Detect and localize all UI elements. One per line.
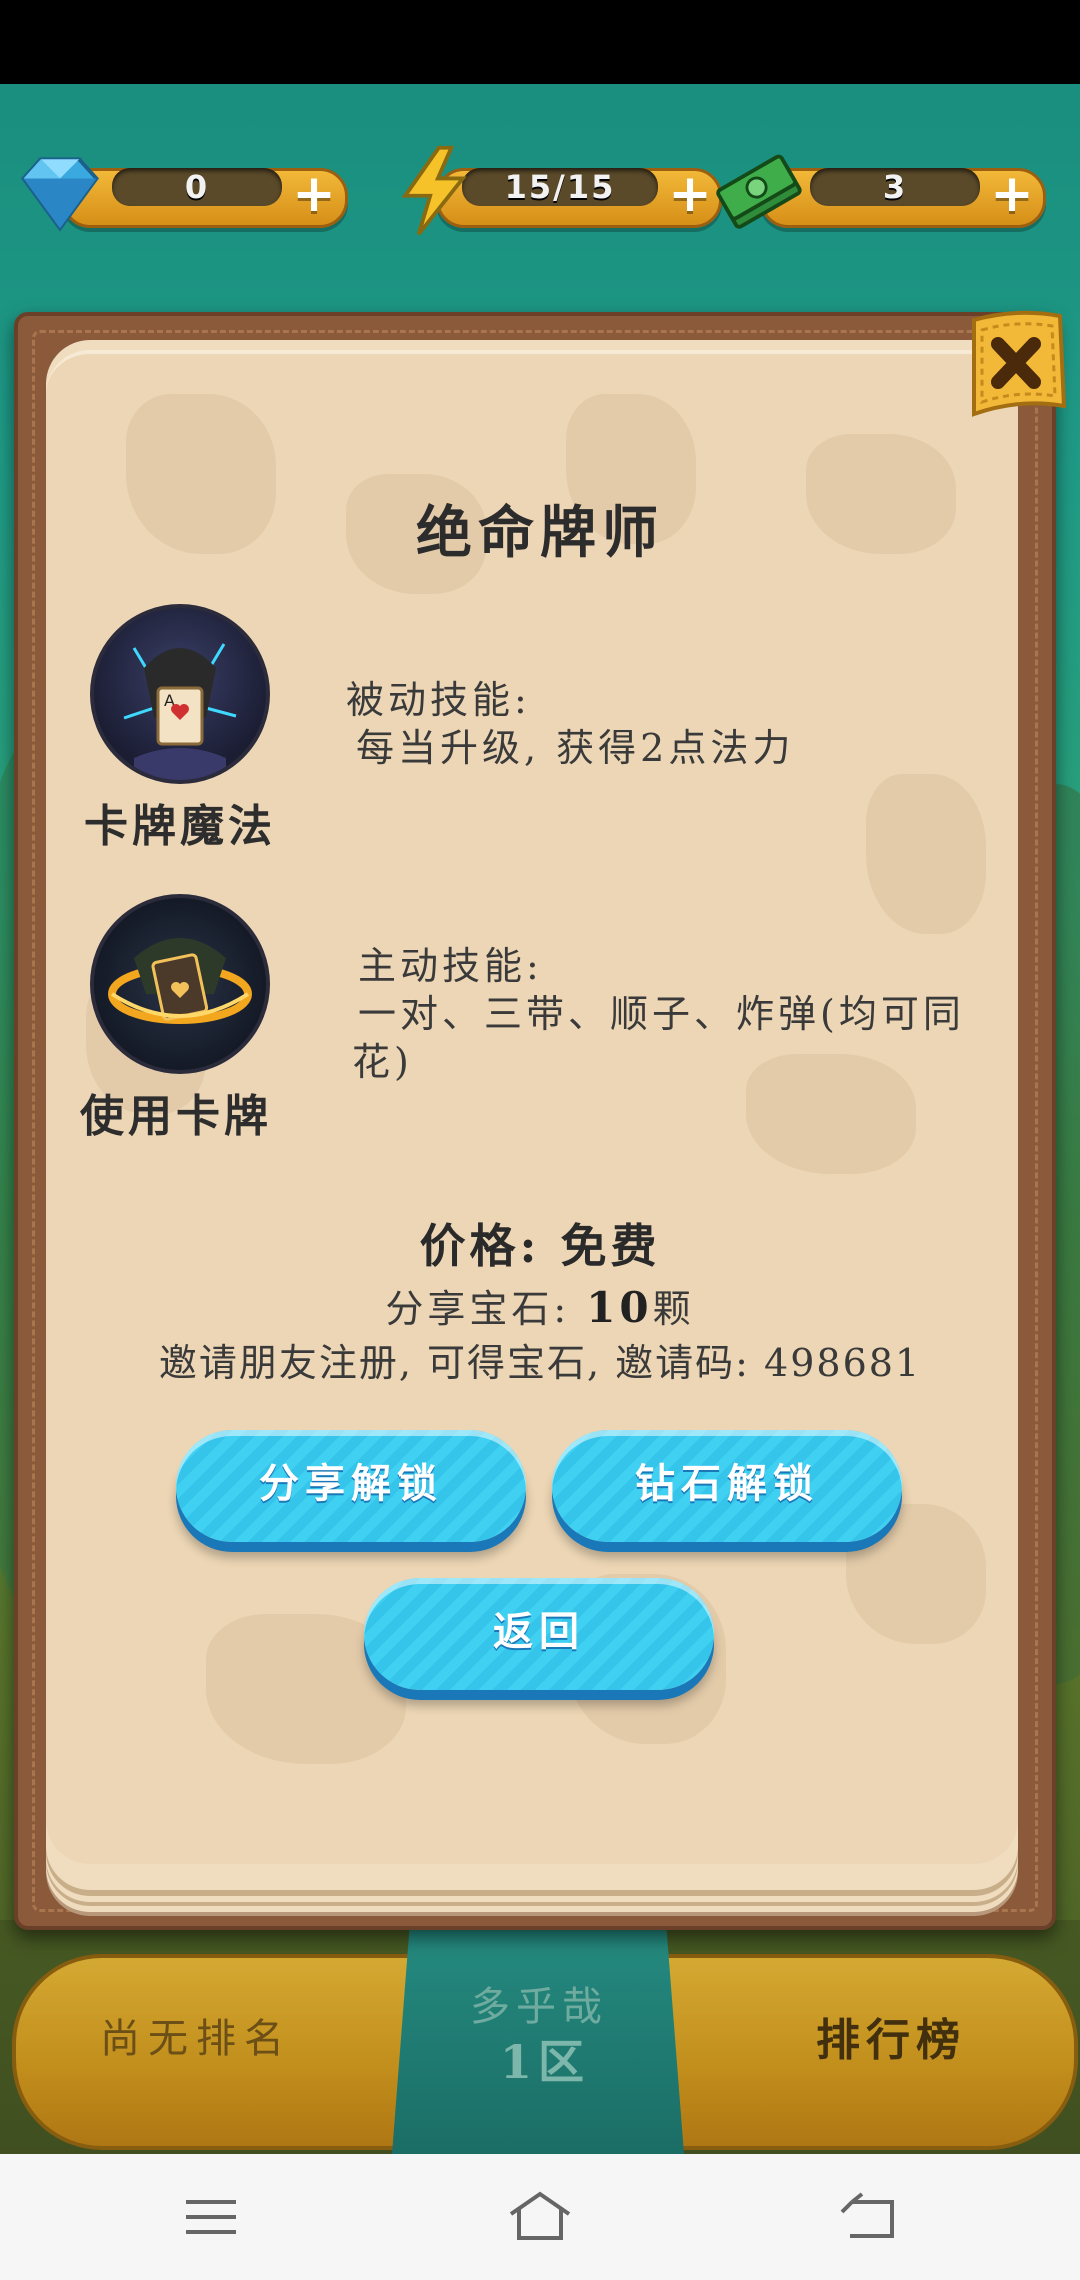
skill-name-use-card: 使用卡牌 <box>80 1091 272 1142</box>
energy-count: 15/15 <box>462 168 658 206</box>
share-unlock-button[interactable]: 分享解锁 <box>176 1430 526 1542</box>
dialog-title: 绝命牌师 <box>416 500 664 566</box>
add-cash-button[interactable]: + <box>990 168 1034 220</box>
share-gems-suffix: 颗 <box>652 1287 695 1331</box>
gem-unlock-button[interactable]: 钻石解锁 <box>552 1430 902 1542</box>
skill-name-card-magic: 卡牌魔法 <box>84 801 276 852</box>
home-icon[interactable] <box>505 2184 575 2250</box>
card-magic-icon: A <box>90 604 270 784</box>
add-gems-button[interactable]: + <box>292 168 336 220</box>
system-nav-bar <box>0 2154 1080 2280</box>
cash-counter: 3 + <box>710 154 1050 229</box>
price-label: 价格: 免费 <box>419 1219 661 1273</box>
skill-desc-card-magic-text: 每当升级, 获得2点法力 <box>356 726 795 770</box>
share-gems-prefix: 分享宝石: <box>385 1287 587 1331</box>
status-bar <box>0 0 1080 84</box>
skill-desc-use-card-text-cont: 花) <box>352 1040 413 1084</box>
lightning-icon <box>401 145 467 236</box>
back-icon[interactable] <box>834 2184 904 2250</box>
skill-desc-use-card-text: 一对、三带、顺子、炸弹(均可同 <box>358 992 965 1036</box>
cash-count: 3 <box>810 168 980 206</box>
use-card-icon <box>90 894 270 1074</box>
gem-count: 0 <box>112 168 282 206</box>
skill-desc-card-magic-type: 被动技能: <box>346 678 531 722</box>
back-button[interactable]: 返回 <box>364 1578 714 1690</box>
overlay-shade <box>0 1920 1080 2154</box>
close-icon[interactable] <box>960 306 1072 432</box>
gem-counter: 0 + <box>12 157 348 232</box>
money-stack-icon <box>716 154 802 229</box>
share-gems-count: 10 <box>586 1283 653 1332</box>
energy-counter: 15/15 + <box>386 145 722 236</box>
share-gems-line: 分享宝石: 10颗 <box>0 1278 1080 1333</box>
diamond-icon <box>21 157 99 232</box>
menu-icon[interactable] <box>176 2184 246 2250</box>
add-energy-button[interactable]: + <box>668 168 712 220</box>
skill-desc-use-card-type: 主动技能: <box>358 944 543 988</box>
invite-code-line: 邀请朋友注册, 可得宝石, 邀请码: 498681 <box>158 1341 922 1385</box>
